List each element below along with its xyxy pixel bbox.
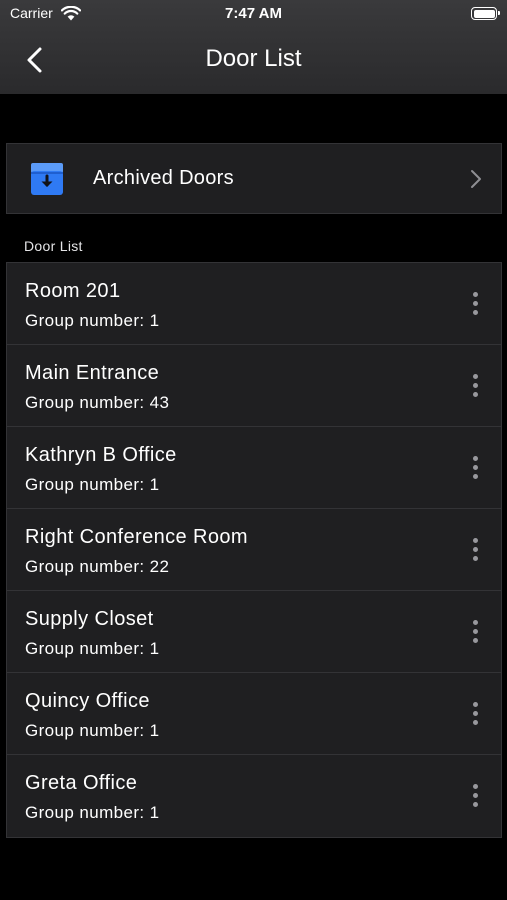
door-list-item[interactable]: Quincy Office Group number: 1 — [7, 673, 501, 755]
more-vertical-icon[interactable] — [461, 290, 489, 318]
door-name: Supply Closet — [25, 608, 154, 630]
door-group-number: Group number: 22 — [25, 557, 170, 576]
archived-doors-label: Archived Doors — [93, 167, 234, 189]
door-name: Quincy Office — [25, 690, 150, 712]
door-list: Room 201 Group number: 1 Main Entrance G… — [6, 262, 502, 838]
door-name: Kathryn B Office — [25, 444, 177, 466]
more-vertical-icon[interactable] — [461, 618, 489, 646]
section-header-door-list: Door List — [24, 238, 83, 254]
door-list-item[interactable]: Supply Closet Group number: 1 — [7, 591, 501, 673]
door-group-number: Group number: 1 — [25, 639, 160, 658]
door-list-item[interactable]: Kathryn B Office Group number: 1 — [7, 427, 501, 509]
more-vertical-icon[interactable] — [461, 454, 489, 482]
status-time: 7:47 AM — [225, 5, 282, 22]
door-list-item[interactable]: Room 201 Group number: 1 — [7, 263, 501, 345]
navigation-header: Carrier 7:47 AM Door List — [0, 0, 507, 94]
status-bar: Carrier 7:47 AM — [0, 0, 507, 28]
door-group-number: Group number: 1 — [25, 311, 160, 330]
more-vertical-icon[interactable] — [461, 536, 489, 564]
chevron-right-icon — [471, 170, 481, 188]
door-group-number: Group number: 1 — [25, 721, 160, 740]
more-vertical-icon[interactable] — [461, 700, 489, 728]
door-list-item[interactable]: Greta Office Group number: 1 — [7, 755, 501, 837]
door-name: Greta Office — [25, 772, 138, 794]
door-name: Main Entrance — [25, 362, 160, 384]
archive-box-icon — [31, 163, 63, 195]
more-vertical-icon[interactable] — [461, 782, 489, 810]
battery-icon — [471, 7, 500, 20]
archived-doors-row[interactable]: Archived Doors — [6, 143, 502, 214]
door-name: Room 201 — [25, 280, 121, 302]
door-group-number: Group number: 43 — [25, 393, 170, 412]
door-list-item[interactable]: Right Conference Room Group number: 22 — [7, 509, 501, 591]
door-group-number: Group number: 1 — [25, 475, 160, 494]
door-name: Right Conference Room — [25, 526, 248, 548]
more-vertical-icon[interactable] — [461, 372, 489, 400]
door-list-item[interactable]: Main Entrance Group number: 43 — [7, 345, 501, 427]
page-title: Door List — [205, 45, 302, 72]
door-group-number: Group number: 1 — [25, 803, 160, 822]
